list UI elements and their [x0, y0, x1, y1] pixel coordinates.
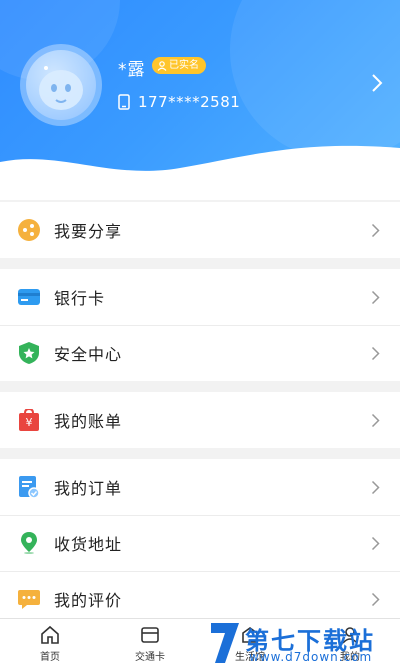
home-icon — [41, 625, 59, 644]
menu-item-share[interactable]: 我要分享 — [0, 202, 400, 258]
menu-item-label: 我的订单 — [54, 479, 123, 498]
account-section: 银行卡 安全中心 — [0, 269, 400, 381]
menu-item-label: 我要分享 — [54, 222, 123, 241]
chevron-right-icon — [371, 480, 380, 495]
comment-icon — [18, 590, 40, 609]
nav-label: 首页 — [40, 652, 60, 663]
share-icon — [18, 219, 40, 241]
location-pin-icon — [21, 532, 37, 554]
avatar-image — [26, 50, 96, 120]
verified-label: 已实名 — [169, 60, 199, 71]
menu-item-label: 收货地址 — [54, 535, 123, 554]
nav-home[interactable]: 首页 — [0, 619, 100, 666]
user-icon — [342, 627, 358, 644]
chevron-right-icon — [371, 536, 380, 551]
bank-card-icon — [18, 289, 40, 305]
menu-item-label: 银行卡 — [54, 289, 106, 308]
order-section: 我的订单 收货地址 我的评价 — [0, 459, 400, 618]
menu-item-bills[interactable]: ¥ 我的账单 — [0, 392, 400, 448]
nav-transit-card[interactable]: 交通卡 — [100, 619, 200, 666]
chevron-right-icon — [371, 223, 380, 238]
svg-text:¥: ¥ — [26, 416, 33, 429]
menu-item-security[interactable]: 安全中心 — [0, 325, 400, 381]
phone-icon — [118, 94, 130, 110]
chevron-right-icon — [371, 346, 380, 361]
wallet-icon — [141, 627, 159, 643]
avatar[interactable] — [20, 44, 102, 126]
chevron-right-icon — [371, 592, 380, 607]
menu-item-label: 安全中心 — [54, 345, 123, 364]
robot-avatar-icon — [39, 66, 83, 110]
share-section: 我要分享 — [0, 202, 400, 258]
menu-item-orders[interactable]: 我的订单 — [0, 459, 400, 515]
menu-item-reviews[interactable]: 我的评价 — [0, 571, 400, 618]
chevron-right-icon — [371, 413, 380, 428]
order-icon — [19, 476, 40, 498]
header-wave — [0, 145, 400, 200]
verified-badge: 已实名 — [152, 57, 206, 74]
menu-item-address[interactable]: 收货地址 — [0, 515, 400, 571]
profile-header[interactable]: *露 已实名 177****2581 — [0, 0, 400, 200]
bill-section: ¥ 我的账单 — [0, 392, 400, 448]
bill-bag-icon: ¥ — [19, 409, 39, 431]
chevron-right-icon — [371, 290, 380, 305]
chevron-right-icon[interactable] — [370, 72, 384, 94]
nav-label: 生活馆 — [235, 652, 265, 663]
menu-item-bank-card[interactable]: 银行卡 — [0, 269, 400, 325]
nav-label: 交通卡 — [135, 652, 165, 663]
nav-life[interactable]: 生活馆 — [200, 619, 300, 666]
menu-item-label: 我的评价 — [54, 591, 123, 610]
bottom-nav: 首页 交通卡 生活馆 我的 — [0, 618, 400, 666]
phone-row: 177****2581 — [118, 93, 240, 111]
user-icon — [157, 60, 167, 71]
nav-mine[interactable]: 我的 — [300, 619, 400, 666]
store-icon — [242, 627, 258, 643]
phone-number: 177****2581 — [138, 93, 241, 111]
menu-item-label: 我的账单 — [54, 412, 123, 431]
nav-label: 我的 — [340, 652, 360, 663]
shield-icon — [19, 342, 39, 364]
username: *露 — [118, 60, 146, 80]
